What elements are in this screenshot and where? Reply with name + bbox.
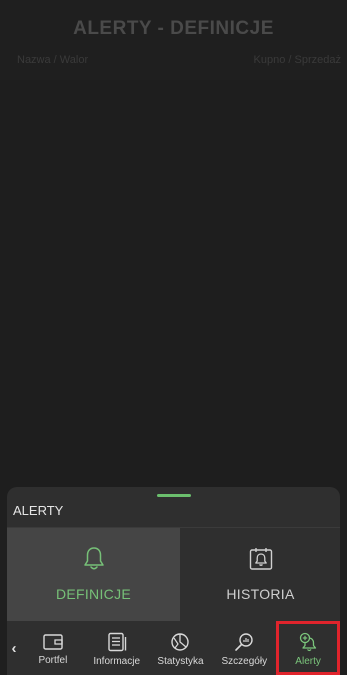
nav-item-informacje[interactable]: Informacje [85, 621, 149, 675]
nav-item-portfel[interactable]: Portfel [21, 621, 85, 675]
alert-definitions-list [0, 80, 347, 500]
page-title: ALERTY - DEFINICJE [73, 18, 274, 39]
nav-item-label: Statystyka [157, 655, 204, 667]
sheet-title: ALERTY [13, 503, 64, 518]
bell-icon [83, 546, 105, 572]
tile-historia[interactable]: HISTORIA [181, 528, 340, 621]
chevron-left-icon: ‹ [11, 639, 17, 657]
nav-item-alerty[interactable]: Alerty [276, 621, 340, 675]
tile-definicje-label: DEFINICJE [55, 586, 132, 602]
tile-historia-label: HISTORIA [226, 586, 295, 602]
nav-item-statystyka[interactable]: Statystyka [149, 621, 213, 675]
add-alert-icon [297, 632, 319, 652]
tile-definicje[interactable]: DEFINICJE [7, 528, 180, 621]
nav-item-label: Szczegóły [221, 655, 268, 667]
news-icon [106, 632, 128, 652]
statistics-icon [169, 632, 191, 652]
bottom-navigation: ‹ Portfel Informacje Statystyka Szczegół… [7, 621, 340, 675]
column-header-name: Nazwa / Walor [17, 54, 89, 66]
nav-item-szczegoly[interactable]: Szczegóły [212, 621, 276, 675]
details-search-icon [233, 632, 255, 652]
wallet-icon [42, 633, 64, 651]
nav-item-label: Informacje [93, 655, 141, 667]
column-header-buy-sell: Kupno / Sprzedaż [253, 54, 341, 66]
bottom-sheet: ALERTY DEFINICJE HISTORIA ‹ Portfel Info… [7, 487, 340, 675]
screen: ALERTY - DEFINICJE Nazwa / Walor Kupno /… [0, 0, 347, 675]
nav-item-label: Alerty [295, 655, 321, 667]
nav-item-label: Portfel [38, 654, 68, 666]
sheet-drag-handle[interactable] [156, 494, 191, 497]
alert-history-icon [248, 546, 274, 572]
nav-scroll-left-button[interactable]: ‹ [7, 621, 21, 675]
